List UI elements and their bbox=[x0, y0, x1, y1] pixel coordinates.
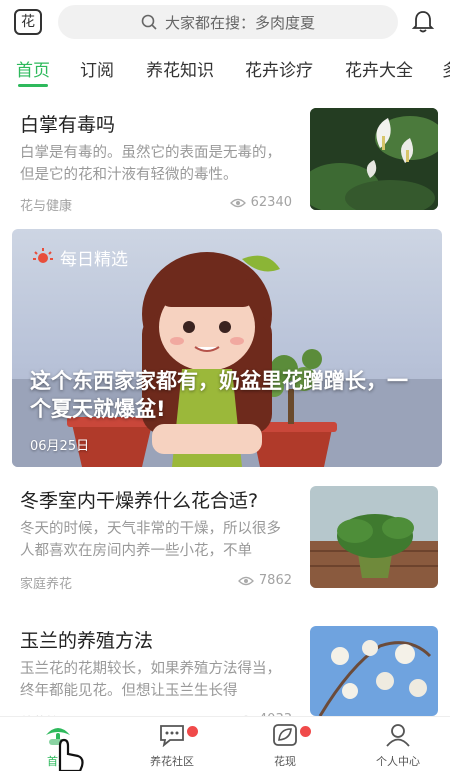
featured-title: 这个东西家家都有，奶盆里花蹭蹭长，一个夏天就爆盆! bbox=[30, 369, 408, 421]
tab-plant-diagnosis[interactable]: 花卉诊疗 bbox=[245, 56, 313, 81]
notification-dot bbox=[186, 725, 199, 738]
views-count: 62340 bbox=[250, 195, 292, 210]
nav-profile-label: 个人中心 bbox=[376, 755, 420, 768]
notification-dot bbox=[299, 725, 312, 738]
article-views: 62340 bbox=[229, 195, 292, 210]
search-icon bbox=[141, 14, 157, 30]
views-count: 7862 bbox=[258, 573, 292, 588]
article-card[interactable]: 冬季室内干燥养什么花合适? 冬天的时候，天气非常的干燥，所以很多人都喜欢在房间内… bbox=[0, 476, 450, 606]
article-desc: 冬天的时候，天气非常的干燥，所以很多人都喜欢在房间内养一些小花，不单 bbox=[20, 521, 281, 559]
article-category: 家庭养花 bbox=[20, 577, 73, 592]
featured-date: 06月25日 bbox=[30, 439, 90, 454]
search-placeholder: 大家都在搜：多肉度夏 bbox=[164, 13, 315, 32]
article-desc: 玉兰花的花期较长，如果养殖方法得当，终年都能见花。但想让玉兰生长得 bbox=[20, 661, 281, 699]
article-desc: 白掌是有毒的。虽然它的表面是无毒的，但是它的花和汁液有轻微的毒性。 bbox=[20, 145, 281, 183]
lightbulb-icon bbox=[33, 247, 53, 263]
article-title: 玉兰的养殖方法 bbox=[20, 630, 154, 652]
article-thumbnail bbox=[310, 486, 438, 588]
article-thumbnail bbox=[310, 108, 438, 210]
nav-profile[interactable]: 个人中心 bbox=[358, 723, 438, 769]
tab-care-knowledge[interactable]: 养花知识 bbox=[146, 56, 214, 81]
article-card[interactable]: 白掌有毒吗 白掌是有毒的。虽然它的表面是无毒的，但是它的花和汁液有轻微的毒性。 … bbox=[0, 100, 450, 220]
article-category: 花与健康 bbox=[20, 199, 73, 214]
daily-featured-banner[interactable]: 每日精选 这个东西家家都有，奶盆里花蹭蹭长，一个夏天就爆盆! 06月25日 bbox=[12, 229, 442, 467]
article-thumbnail bbox=[310, 626, 438, 716]
article-title: 白掌有毒吗 bbox=[20, 114, 116, 136]
tab-plant-encyclopedia[interactable]: 花卉大全 bbox=[345, 56, 413, 81]
nav-community[interactable]: 养花社区 bbox=[132, 723, 212, 769]
nav-community-label: 养花社区 bbox=[150, 755, 194, 768]
chat-icon bbox=[160, 725, 184, 748]
nav-discover[interactable]: 花现 bbox=[245, 723, 325, 769]
eye-icon bbox=[229, 198, 246, 207]
logo-icon[interactable]: 花 bbox=[14, 9, 42, 35]
featured-badge-label: 每日精选 bbox=[60, 250, 128, 270]
article-card[interactable]: 玉兰的养殖方法 玉兰花的花期较长，如果养殖方法得当，终年都能见花。但想让玉兰生长… bbox=[0, 614, 450, 731]
nav-discover-label: 花现 bbox=[274, 755, 296, 768]
category-tabs: 首页 订阅 养花知识 花卉诊疗 花卉大全 多 bbox=[0, 50, 450, 90]
article-title: 冬季室内干燥养什么花合适? bbox=[20, 490, 259, 512]
active-tab-indicator bbox=[18, 84, 48, 87]
tab-more[interactable]: 多 bbox=[442, 56, 450, 81]
search-bar[interactable]: 大家都在搜：多肉度夏 bbox=[58, 5, 398, 39]
tab-subscribe[interactable]: 订阅 bbox=[80, 56, 114, 81]
top-header: 花 大家都在搜：多肉度夏 bbox=[0, 0, 450, 46]
featured-badge: 每日精选 bbox=[32, 245, 128, 270]
tap-hand-cursor bbox=[58, 738, 84, 771]
leaf-icon bbox=[273, 724, 297, 746]
bell-icon[interactable] bbox=[410, 9, 436, 35]
eye-icon bbox=[237, 576, 254, 585]
article-views: 7862 bbox=[237, 573, 292, 588]
person-icon bbox=[386, 724, 410, 747]
tab-home[interactable]: 首页 bbox=[16, 56, 50, 81]
